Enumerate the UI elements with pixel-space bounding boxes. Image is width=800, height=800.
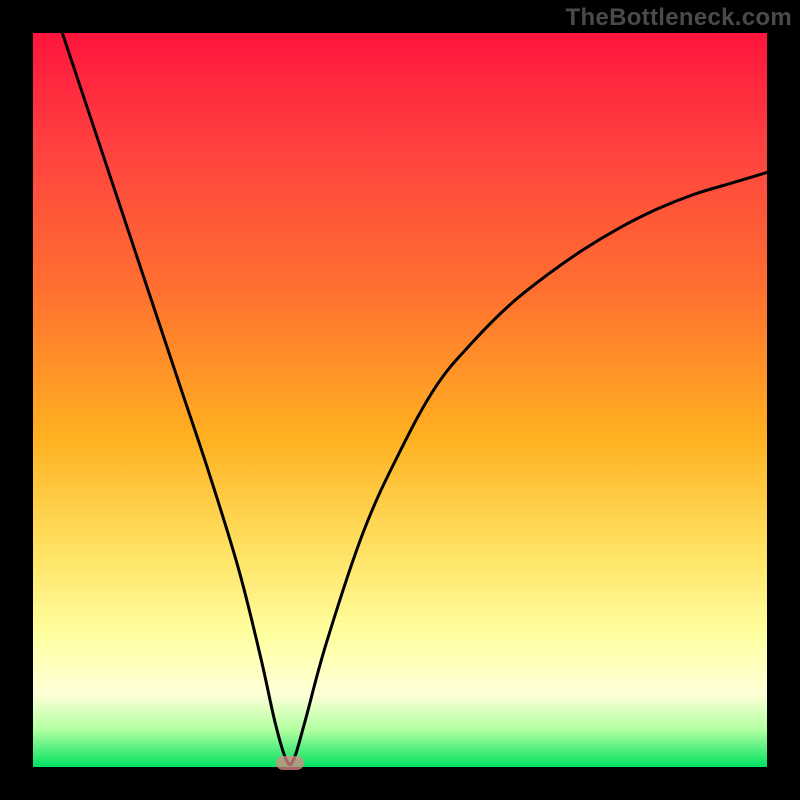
optimum-marker — [276, 756, 304, 770]
chart-frame: TheBottleneck.com — [0, 0, 800, 800]
watermark-text: TheBottleneck.com — [566, 4, 792, 32]
plot-area — [33, 33, 767, 767]
